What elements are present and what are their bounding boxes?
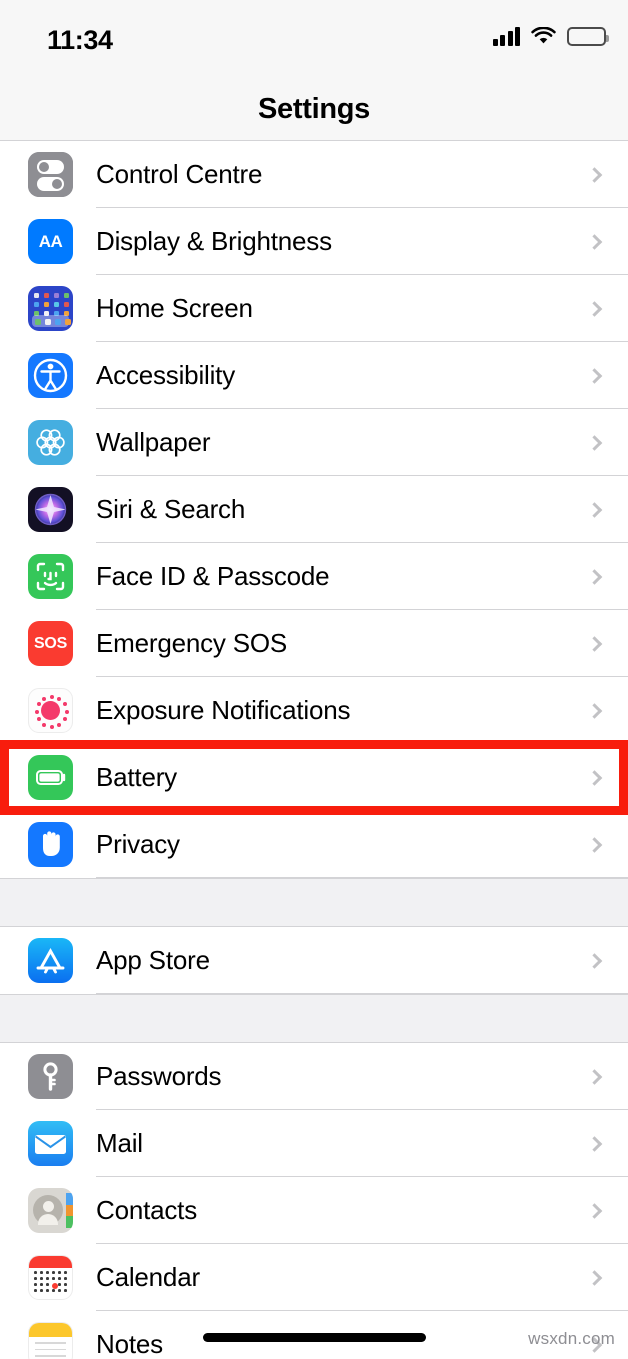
chevron-right-icon bbox=[586, 635, 603, 652]
settings-row-label: Exposure Notifications bbox=[96, 695, 351, 725]
mail-icon bbox=[28, 1121, 73, 1166]
home-screen-icon bbox=[28, 286, 73, 331]
settings-row-emergency-sos[interactable]: SOS Emergency SOS bbox=[0, 610, 628, 677]
accessibility-icon bbox=[28, 353, 73, 398]
chevron-right-icon bbox=[586, 1269, 603, 1286]
settings-row-siri-search[interactable]: Siri & Search bbox=[0, 476, 628, 543]
settings-row-app-store[interactable]: App Store bbox=[0, 927, 628, 994]
settings-row-label: Passwords bbox=[96, 1061, 222, 1091]
settings-row-privacy[interactable]: Privacy bbox=[0, 811, 628, 878]
settings-row-label: Control Centre bbox=[96, 159, 263, 189]
section-gap bbox=[0, 878, 628, 927]
settings-row-mail[interactable]: Mail bbox=[0, 1110, 628, 1177]
status-bar: 11:34 bbox=[0, 0, 628, 84]
battery-icon bbox=[567, 27, 609, 46]
settings-row-label: Calendar bbox=[96, 1262, 200, 1292]
contacts-icon bbox=[28, 1188, 73, 1233]
status-bar-time: 11:34 bbox=[47, 25, 113, 55]
section-gap bbox=[0, 994, 628, 1043]
settings-row-label: Siri & Search bbox=[96, 494, 246, 524]
settings-row-display-brightness[interactable]: AA Display & Brightness bbox=[0, 208, 628, 275]
settings-row-label: Wallpaper bbox=[96, 427, 211, 457]
settings-section-apps: Passwords Mail Contacts Calendar Notes bbox=[0, 1043, 628, 1359]
watermark: wsxdn.com bbox=[528, 1329, 615, 1348]
chevron-right-icon bbox=[586, 1202, 603, 1219]
wifi-icon bbox=[531, 26, 556, 46]
settings-row-label: Accessibility bbox=[96, 360, 235, 390]
notes-icon bbox=[28, 1322, 73, 1359]
settings-row-label: Mail bbox=[96, 1128, 143, 1158]
settings-row-home-screen[interactable]: Home Screen bbox=[0, 275, 628, 342]
settings-row-exposure-notifications[interactable]: Exposure Notifications bbox=[0, 677, 628, 744]
settings-row-passwords[interactable]: Passwords bbox=[0, 1043, 628, 1110]
face-id-icon bbox=[28, 554, 73, 599]
settings-row-label: Contacts bbox=[96, 1195, 198, 1225]
emergency-sos-icon: SOS bbox=[28, 621, 73, 666]
settings-row-label: Face ID & Passcode bbox=[96, 561, 330, 591]
nav-bar: Settings bbox=[0, 84, 628, 141]
chevron-right-icon bbox=[586, 836, 603, 853]
chevron-right-icon bbox=[586, 1068, 603, 1085]
display-brightness-icon: AA bbox=[28, 219, 73, 264]
chevron-right-icon bbox=[586, 501, 603, 518]
settings-row-label: Display & Brightness bbox=[96, 226, 332, 256]
settings-row-face-id-passcode[interactable]: Face ID & Passcode bbox=[0, 543, 628, 610]
control-centre-icon bbox=[28, 152, 73, 197]
privacy-icon bbox=[28, 822, 73, 867]
settings-section-system: Control Centre AA Display & Brightness Home… bbox=[0, 141, 628, 878]
cellular-signal-icon bbox=[492, 27, 520, 46]
chevron-right-icon bbox=[586, 952, 603, 969]
row-separator bbox=[96, 993, 628, 994]
settings-row-contacts[interactable]: Contacts bbox=[0, 1177, 628, 1244]
settings-row-accessibility[interactable]: Accessibility bbox=[0, 342, 628, 409]
settings-row-label: Battery bbox=[96, 762, 177, 792]
settings-row-label: Emergency SOS bbox=[96, 628, 288, 658]
chevron-right-icon bbox=[586, 166, 603, 183]
exposure-notifications-icon bbox=[28, 688, 73, 733]
passwords-icon bbox=[28, 1054, 73, 1099]
home-indicator bbox=[203, 1333, 426, 1342]
settings-list[interactable]: Control Centre AA Display & Brightness Home… bbox=[0, 141, 628, 1359]
chevron-right-icon bbox=[586, 769, 603, 786]
app-store-icon bbox=[28, 938, 73, 983]
row-separator bbox=[96, 877, 628, 878]
settings-row-label: Privacy bbox=[96, 829, 180, 859]
status-bar-indicators bbox=[492, 26, 609, 46]
chevron-right-icon bbox=[586, 568, 603, 585]
settings-row-label: Notes bbox=[96, 1329, 163, 1359]
settings-row-label: Home Screen bbox=[96, 293, 253, 323]
settings-row-control-centre[interactable]: Control Centre bbox=[0, 141, 628, 208]
settings-section-store: App Store bbox=[0, 927, 628, 994]
siri-search-icon bbox=[28, 487, 73, 532]
settings-row-wallpaper[interactable]: Wallpaper bbox=[0, 409, 628, 476]
settings-row-battery[interactable]: Battery bbox=[0, 744, 628, 811]
settings-row-label: App Store bbox=[96, 945, 210, 975]
chevron-right-icon bbox=[586, 702, 603, 719]
battery-settings-icon bbox=[28, 755, 73, 800]
calendar-icon bbox=[28, 1255, 73, 1300]
chevron-right-icon bbox=[586, 434, 603, 451]
iphone-settings-screen: 11:34 Settings Control Centre AA Display &… bbox=[0, 0, 628, 1359]
settings-row-calendar[interactable]: Calendar bbox=[0, 1244, 628, 1311]
chevron-right-icon bbox=[586, 233, 603, 250]
page-title: Settings bbox=[258, 92, 370, 125]
chevron-right-icon bbox=[586, 1135, 603, 1152]
wallpaper-icon bbox=[28, 420, 73, 465]
chevron-right-icon bbox=[586, 300, 603, 317]
chevron-right-icon bbox=[586, 367, 603, 384]
